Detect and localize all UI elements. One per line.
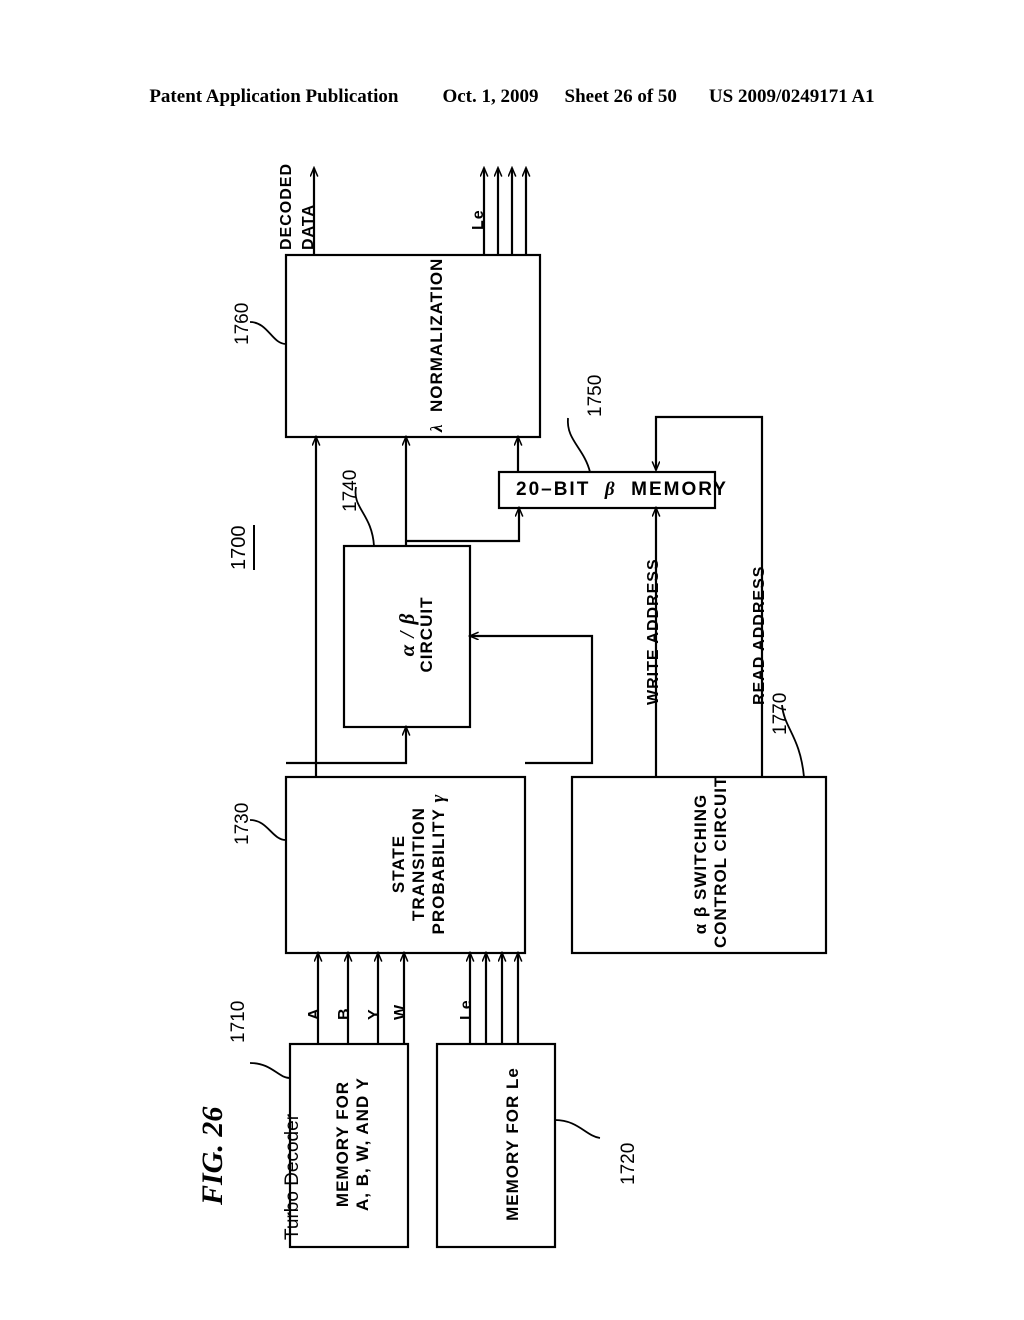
signal-a: A bbox=[306, 1007, 323, 1020]
gamma-line-1: STATE bbox=[389, 834, 408, 894]
memory-abwy-line-1: MEMORY FOR bbox=[333, 1080, 352, 1208]
signal-write-address: WRITE ADDRESS bbox=[645, 558, 662, 705]
beta-symbol: β bbox=[604, 479, 617, 500]
block-gamma-label: STATE TRANSITION PROBABILITY γ bbox=[389, 780, 449, 948]
system-ref-1700: 1700 bbox=[228, 525, 255, 570]
block-memory-abwy-label: MEMORY FOR A, B, W, AND Y bbox=[333, 1046, 373, 1242]
signal-w: W bbox=[392, 1003, 409, 1020]
gamma-symbol: γ bbox=[428, 793, 449, 803]
ref-1710: 1710 bbox=[228, 1000, 249, 1043]
figure-label: FIG. 26 bbox=[196, 1106, 229, 1205]
line-gamma-to-alphabeta-right bbox=[470, 636, 594, 765]
switch-ctrl-line-1: α β SWITCHING bbox=[691, 793, 710, 935]
ref-1740: 1740 bbox=[340, 469, 361, 512]
block-lambda-normalization-outline bbox=[284, 253, 542, 439]
leader-1720 bbox=[554, 1119, 601, 1139]
signal-read-address: READ ADDRESS bbox=[751, 565, 768, 705]
ref-1730: 1730 bbox=[232, 802, 253, 845]
figure-canvas: FIG. 26 Turbo Decoder 1700 λ NORMALIZATI… bbox=[0, 0, 1024, 1320]
block-memory-le-label: MEMORY FOR Le bbox=[503, 1046, 523, 1242]
leader-1750 bbox=[567, 417, 591, 473]
leader-1730 bbox=[249, 819, 287, 841]
line-alphabeta-to-betamem bbox=[407, 508, 519, 543]
ref-1760: 1760 bbox=[232, 302, 253, 345]
leader-1760 bbox=[249, 321, 287, 345]
gamma-line-3: PROBABILITY γ bbox=[428, 793, 449, 935]
gamma-line-2: TRANSITION bbox=[409, 807, 428, 921]
block-switching-control-label: α β SWITCHING CONTROL CIRCUIT bbox=[691, 775, 731, 948]
signal-b: B bbox=[336, 1007, 353, 1020]
memory-abwy-line-2: A, B, W, AND Y bbox=[353, 1077, 372, 1211]
alpha-beta-symbol: α / β bbox=[395, 612, 419, 657]
beta-memory-post: MEMORY bbox=[631, 479, 728, 500]
beta-memory-pre: 20–BIT bbox=[516, 479, 591, 500]
switch-ctrl-line-2: CONTROL CIRCUIT bbox=[711, 775, 730, 948]
leader-1710 bbox=[249, 1062, 291, 1079]
block-lambda-normalization-label: λ NORMALIZATION bbox=[427, 258, 447, 432]
signal-decoded-data-line-2: DATA bbox=[300, 203, 317, 250]
signal-le-out: Le bbox=[470, 209, 487, 230]
lambda-normalization-text: NORMALIZATION bbox=[427, 257, 446, 412]
line-gamma-to-alphabeta-left bbox=[286, 727, 406, 765]
signal-y: Y bbox=[366, 1008, 383, 1020]
block-beta-memory-label: 20–BIT β MEMORY bbox=[516, 479, 728, 501]
alpha-beta-circuit-text: CIRCUIT bbox=[417, 596, 436, 673]
ref-1770: 1770 bbox=[770, 692, 791, 735]
lambda-symbol: λ bbox=[427, 423, 446, 432]
system-title: Turbo Decoder bbox=[282, 1113, 303, 1240]
signal-decoded-data-line-1: DECODED bbox=[278, 162, 295, 250]
block-memory-le-outline bbox=[435, 1042, 557, 1249]
signal-le-in: Le bbox=[458, 999, 475, 1020]
memory-le-line-1: MEMORY FOR Le bbox=[503, 1067, 522, 1221]
block-alpha-beta-circuit-label: α / β CIRCUIT bbox=[395, 547, 437, 722]
ref-1750: 1750 bbox=[585, 374, 606, 417]
ref-1720: 1720 bbox=[618, 1142, 639, 1185]
